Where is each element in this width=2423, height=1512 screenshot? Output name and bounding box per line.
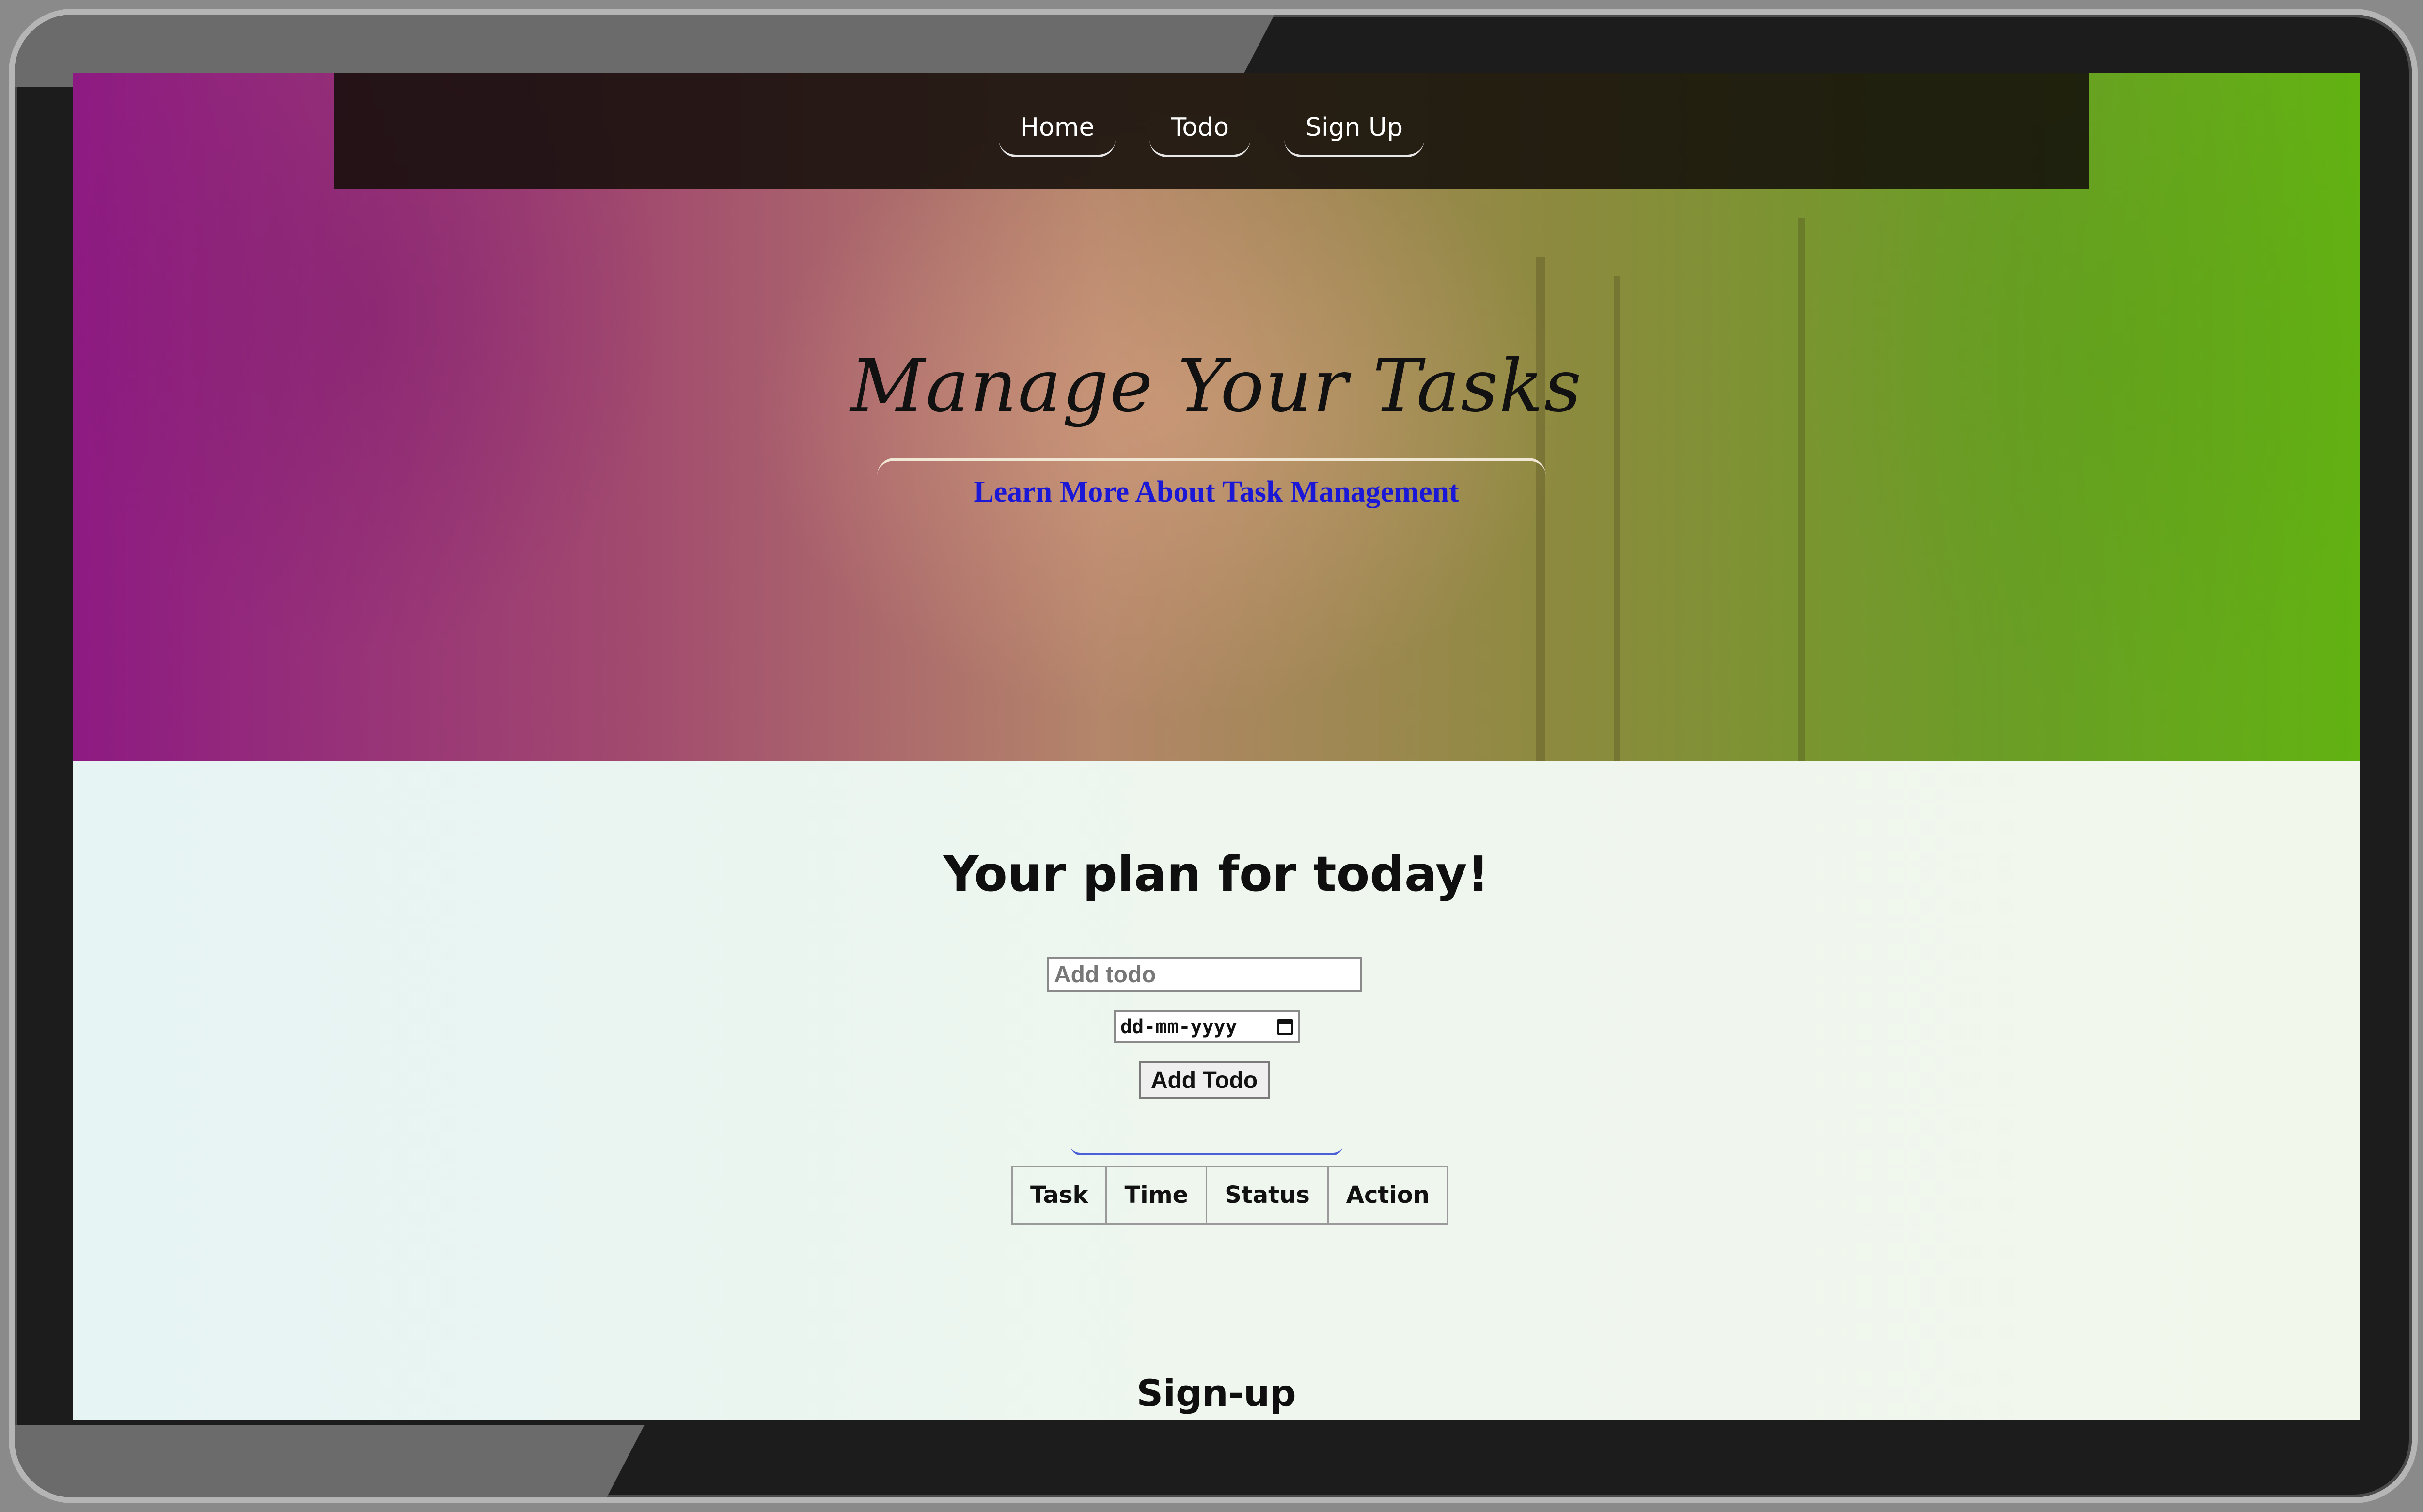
hero-title: Manage Your Tasks	[850, 344, 1583, 428]
add-todo-button[interactable]: Add Todo	[1139, 1061, 1270, 1099]
calendar-icon[interactable]	[1277, 1019, 1293, 1035]
bezel-highlight-bottom	[15, 1425, 645, 1497]
table-header-status: Status	[1206, 1166, 1329, 1225]
todo-table: Task Time Status Action	[1011, 1166, 1448, 1225]
date-field[interactable]: dd-mm-yyyy	[1114, 1010, 1300, 1043]
hero-divider	[877, 458, 1546, 475]
nav-home-button[interactable]: Home	[998, 105, 1116, 157]
todo-heading: Your plan for today!	[943, 846, 1490, 902]
todo-section: Your plan for today! dd-mm-yyyy Add Todo…	[73, 761, 2360, 1420]
nav-signup-button[interactable]: Sign Up	[1284, 105, 1425, 157]
nav-todo-button[interactable]: Todo	[1149, 105, 1251, 157]
table-header-time: Time	[1105, 1166, 1208, 1225]
table-header-action: Action	[1327, 1166, 1448, 1225]
top-navbar: Home Todo Sign Up	[334, 73, 2089, 189]
table-header-task: Task	[1011, 1166, 1107, 1225]
date-field-placeholder: dd-mm-yyyy	[1120, 1016, 1237, 1038]
section-divider	[1071, 1146, 1342, 1155]
web-page-screen: Home Todo Sign Up Manage Your Tasks Lear…	[73, 73, 2360, 1420]
learn-more-link[interactable]: Learn More About Task Management	[73, 475, 2360, 509]
signup-heading: Sign-up	[1136, 1371, 1296, 1415]
table-header-row: Task Time Status Action	[1011, 1166, 1448, 1225]
tablet-device-frame: Home Todo Sign Up Manage Your Tasks Lear…	[15, 15, 2412, 1497]
add-todo-input[interactable]	[1047, 957, 1362, 992]
hero-banner: Home Todo Sign Up Manage Your Tasks Lear…	[73, 73, 2360, 761]
